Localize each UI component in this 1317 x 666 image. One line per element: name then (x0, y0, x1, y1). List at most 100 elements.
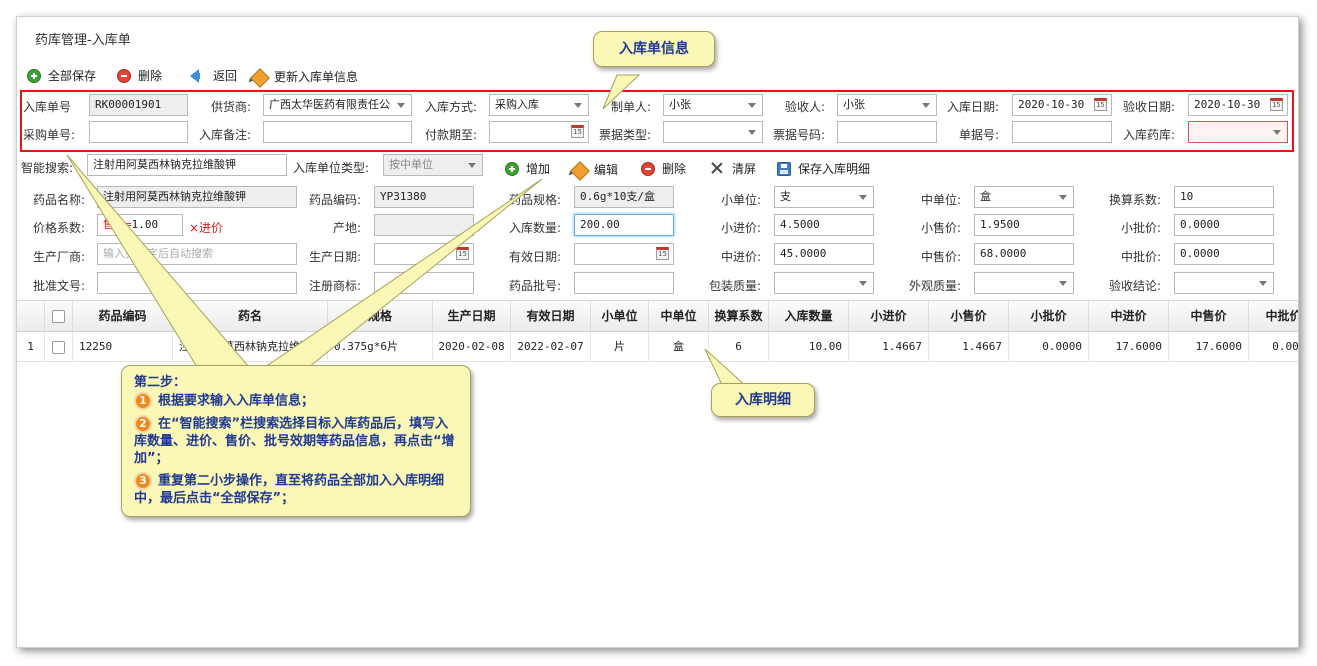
col-header-mid-batch[interactable]: 中批价 (1249, 301, 1298, 332)
look-quality-select[interactable] (974, 272, 1074, 294)
mid-unit-select[interactable]: 盒 (974, 186, 1074, 208)
check-date-field[interactable]: 2020-10-30 (1188, 94, 1288, 116)
row-select-cell[interactable] (45, 332, 73, 361)
maker-select[interactable]: 小张 (663, 94, 763, 116)
drug-code-label: 药品编码: (309, 193, 362, 207)
purchase-no-field[interactable] (89, 121, 188, 143)
add-detail-button[interactable]: 增加 (505, 160, 550, 177)
check-date-label: 验收日期: (1123, 100, 1176, 114)
col-header-mid-in[interactable]: 中进价 (1089, 301, 1169, 332)
mfg-date-field[interactable] (374, 243, 474, 265)
unit-type-value: 按中单位 (389, 158, 433, 171)
doc-no-field[interactable] (1012, 121, 1112, 143)
mid-in-label: 中进价: (721, 250, 762, 264)
cell-code: 12250 (73, 332, 173, 361)
col-header-qty[interactable]: 入库数量 (769, 301, 849, 332)
chevron-down-icon (574, 103, 582, 108)
small-in-price-field[interactable]: 4.5000 (774, 214, 874, 236)
col-header-small-unit[interactable]: 小单位 (591, 301, 649, 332)
col-header-small-batch[interactable]: 小批价 (1009, 301, 1089, 332)
small-sale-price-field[interactable]: 1.9500 (974, 214, 1074, 236)
qty-label: 入库数量: (509, 221, 562, 235)
bill-no-field[interactable] (837, 121, 937, 143)
pencil-icon (250, 68, 270, 88)
delete-button[interactable]: 删除 (117, 67, 162, 84)
small-unit-select[interactable]: 支 (774, 186, 874, 208)
save-detail-button[interactable]: 保存入库明细 (777, 160, 870, 177)
cell-name: 注射用阿莫西林钠克拉维酸钾片 (173, 332, 328, 361)
maker-company-input[interactable]: 输入关键字后自动搜索 (97, 243, 297, 265)
calendar-icon[interactable] (456, 247, 469, 260)
edit-detail-button[interactable]: 编辑 (570, 160, 618, 181)
trademark-field[interactable] (374, 272, 474, 294)
maker-company-label: 生产厂商: (33, 250, 86, 264)
mid-in-price-field[interactable]: 45.0000 (774, 243, 874, 265)
mid-sale-price-field[interactable]: 68.0000 (974, 243, 1074, 265)
pack-quality-label: 包装质量: (709, 279, 762, 293)
col-header-mfg-date[interactable]: 生产日期 (433, 301, 511, 332)
warehouse-select[interactable] (1188, 121, 1288, 143)
factor-field[interactable]: 10 (1174, 186, 1274, 208)
check-date-value: 2020-10-30 (1194, 98, 1261, 111)
back-button[interactable]: 返回 (185, 67, 237, 84)
col-header-small-sale[interactable]: 小售价 (929, 301, 1009, 332)
remark-field[interactable] (263, 121, 412, 143)
col-header-expiry[interactable]: 有效日期 (511, 301, 591, 332)
price-coef-field[interactable]: 售价=1.00 (97, 214, 183, 236)
select-all-header[interactable] (45, 301, 73, 332)
unit-type-select[interactable]: 按中单位 (383, 154, 483, 176)
batch-no-field[interactable] (574, 272, 674, 294)
calendar-icon[interactable] (1094, 98, 1107, 111)
cell-qty: 10.00 (769, 332, 849, 361)
qty-field[interactable]: 200.00 (574, 214, 674, 236)
origin-label: 产地: (333, 221, 362, 235)
window: 药库管理-入库单 全部保存 删除 返回 更新入库单信息 入库单号 RK00001… (16, 16, 1299, 648)
method-label: 入库方式: (425, 100, 478, 114)
col-header-factor[interactable]: 换算系数 (709, 301, 769, 332)
calendar-icon[interactable] (1270, 98, 1283, 111)
drug-name-field[interactable]: 注射用阿莫西林钠克拉维酸钾 (97, 186, 297, 208)
delete-label: 删除 (138, 69, 163, 83)
col-header-name[interactable]: 药名 (173, 301, 328, 332)
row-number-header (17, 301, 45, 332)
in-date-field[interactable]: 2020-10-30 (1012, 94, 1112, 116)
col-header-code[interactable]: 药品编码 (73, 301, 173, 332)
supplier-select[interactable]: 广西太华医药有限责任公 (263, 94, 412, 116)
method-select[interactable]: 采购入库 (489, 94, 589, 116)
save-all-button[interactable]: 全部保存 (27, 67, 96, 84)
bill-type-select[interactable] (663, 121, 763, 143)
small-batch-label: 小批价: (1121, 221, 1162, 235)
smart-search-label: 智能搜索: (21, 161, 74, 175)
chevron-down-icon (859, 195, 867, 200)
col-header-mid-sale[interactable]: 中售价 (1169, 301, 1249, 332)
origin-field[interactable] (374, 214, 474, 236)
drug-code-field[interactable]: YP31380 (374, 186, 474, 208)
update-order-label: 更新入库单信息 (274, 69, 359, 84)
mid-batch-price-field[interactable]: 0.0000 (1174, 243, 1274, 265)
update-order-button[interactable]: 更新入库单信息 (250, 67, 359, 88)
chevron-down-icon (1259, 281, 1267, 286)
small-batch-price-field[interactable]: 0.0000 (1174, 214, 1274, 236)
expiry-field[interactable] (574, 243, 674, 265)
pay-due-field[interactable] (489, 121, 589, 143)
conclusion-select[interactable] (1174, 272, 1274, 294)
cell-mid-unit: 盒 (649, 332, 709, 361)
pack-quality-select[interactable] (774, 272, 874, 294)
row-checkbox[interactable] (52, 340, 65, 354)
spec-field[interactable]: 0.6g*10支/盒 (574, 186, 674, 208)
order-no-field[interactable]: RK00001901 (89, 94, 188, 116)
col-header-small-in[interactable]: 小进价 (849, 301, 929, 332)
cell-mid-batch: 0.0000 (1249, 332, 1298, 361)
inspector-select[interactable]: 小张 (837, 94, 937, 116)
table-row[interactable]: 1 12250 注射用阿莫西林钠克拉维酸钾片 0.375g*6片 2020-02… (17, 332, 1298, 362)
smart-search-input[interactable]: 注射用阿莫西林钠克拉维酸钾 (87, 154, 287, 176)
select-all-checkbox[interactable] (52, 310, 65, 323)
clear-button[interactable]: 清屏 (711, 160, 756, 177)
col-header-mid-unit[interactable]: 中单位 (649, 301, 709, 332)
approval-field[interactable] (97, 272, 297, 294)
calendar-icon[interactable] (571, 125, 584, 138)
delete-detail-button[interactable]: 删除 (641, 160, 686, 177)
mid-unit-label: 中单位: (921, 193, 962, 207)
col-header-spec[interactable]: 规格 (328, 301, 433, 332)
calendar-icon[interactable] (656, 247, 669, 260)
